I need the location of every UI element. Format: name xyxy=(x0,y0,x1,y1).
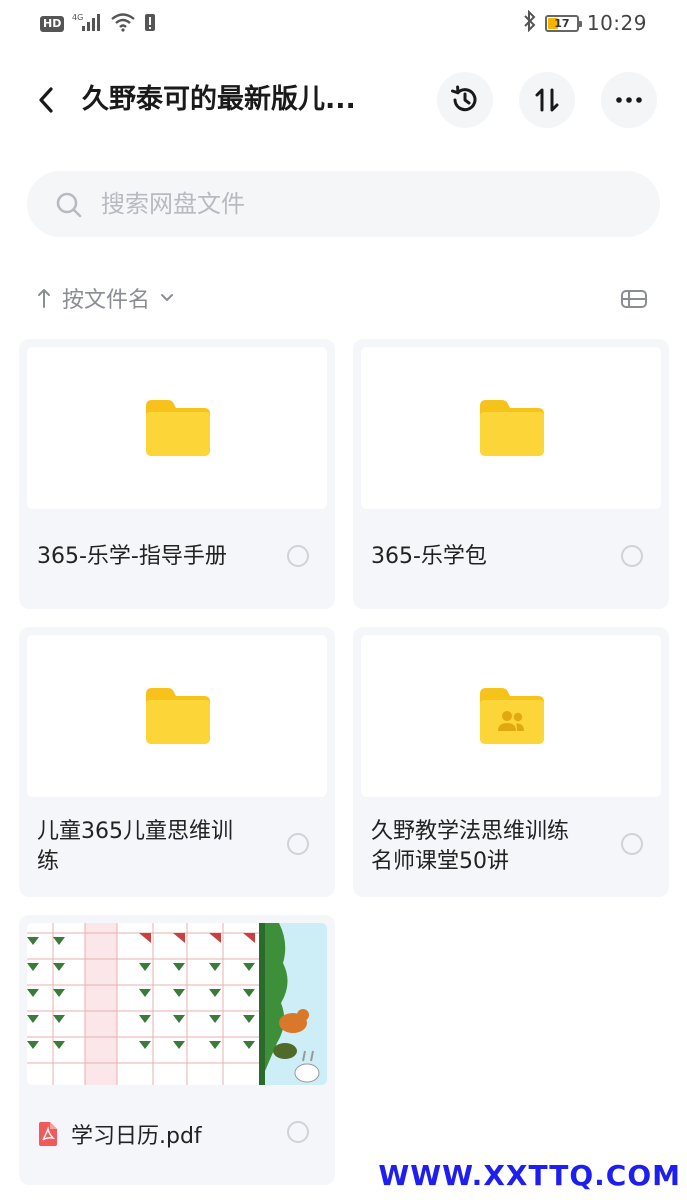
folder-icon xyxy=(146,688,210,744)
hd-badge: HD xyxy=(40,16,65,32)
calendar-grid-graphic xyxy=(27,923,259,1085)
folder-thumbnail xyxy=(361,347,661,509)
file-name-line: 久野教学法思维训练 xyxy=(371,819,570,844)
folder-thumbnail xyxy=(27,347,327,509)
select-checkbox[interactable] xyxy=(287,545,309,567)
pdf-thumbnail xyxy=(27,923,327,1085)
clock: 10:29 xyxy=(586,11,647,35)
select-checkbox[interactable] xyxy=(621,545,643,567)
file-name: 365-乐学包 xyxy=(371,544,487,569)
battery-icon: 17 xyxy=(544,14,582,32)
status-right: 17 10:29 xyxy=(523,9,647,36)
file-name-line: 练 xyxy=(37,849,60,874)
chevron-down-icon xyxy=(161,294,174,301)
file-name: 久野教学法思维训练 名师课堂50讲 xyxy=(371,817,607,877)
file-name: 365-乐学-指导手册 xyxy=(37,544,227,569)
search-input[interactable] xyxy=(101,181,621,227)
folder-thumbnail xyxy=(361,635,661,797)
file-browser-screen: HD 4G 17 10:29 久野泰可的最新版儿... 搜索网盘文件 按文件名 … xyxy=(0,0,687,1200)
sort-button[interactable]: 按文件名 xyxy=(36,280,174,316)
file-name: 学习日历.pdf xyxy=(71,1124,202,1149)
history-button[interactable] xyxy=(437,72,493,128)
wifi-icon xyxy=(110,12,136,36)
top-app-bar: 久野泰可的最新版儿... xyxy=(0,70,687,130)
file-name-line: 名师课堂50讲 xyxy=(371,849,509,874)
sort-label: 按文件名 xyxy=(62,288,151,313)
search-bar[interactable] xyxy=(27,171,660,237)
file-card-shared-folder[interactable]: 久野教学法思维训练 名师课堂50讲 xyxy=(353,627,669,897)
page-title: 久野泰可的最新版儿... xyxy=(82,84,356,115)
sort-toolbar: 按文件名 xyxy=(0,272,687,324)
file-card-folder[interactable]: 365-乐学包 xyxy=(353,339,669,609)
status-left: HD 4G xyxy=(40,12,156,36)
folder-icon xyxy=(146,400,210,456)
signal-icon: 4G xyxy=(72,12,102,36)
search-icon xyxy=(56,192,82,218)
select-checkbox[interactable] xyxy=(287,833,309,855)
shared-folder-icon xyxy=(480,688,544,744)
select-checkbox[interactable] xyxy=(287,1121,309,1143)
alert-icon xyxy=(144,12,156,36)
history-icon xyxy=(451,85,477,112)
file-name: 儿童365儿童思维训 练 xyxy=(37,817,273,877)
folder-thumbnail xyxy=(27,635,327,797)
more-icon xyxy=(616,97,642,103)
select-checkbox[interactable] xyxy=(621,833,643,855)
network-type-label: 4G xyxy=(72,13,83,22)
file-name-line: 儿童365儿童思维训 xyxy=(37,819,233,844)
cartoon-scene-graphic xyxy=(259,923,327,1085)
back-button[interactable] xyxy=(28,80,64,120)
transfer-button[interactable] xyxy=(519,72,575,128)
folder-icon xyxy=(480,400,544,456)
watermark: WWW.XXTTQ.COM xyxy=(378,1159,681,1192)
transfer-icon xyxy=(535,88,559,112)
chevron-left-icon xyxy=(39,87,53,113)
pdf-icon xyxy=(39,1122,57,1146)
file-card-folder[interactable]: 365-乐学-指导手册 xyxy=(19,339,335,609)
status-bar: HD 4G 17 10:29 xyxy=(0,0,687,48)
calendar-preview-image xyxy=(27,923,327,1085)
more-button[interactable] xyxy=(601,72,657,128)
file-name-row: 学习日历.pdf xyxy=(37,1118,202,1150)
battery-level: 17 xyxy=(554,16,570,30)
file-card-pdf[interactable]: 学习日历.pdf xyxy=(19,915,335,1185)
arrow-up-icon xyxy=(38,289,50,308)
bluetooth-icon xyxy=(523,9,537,36)
view-toggle-button[interactable] xyxy=(619,284,649,314)
file-card-folder[interactable]: 儿童365儿童思维训 练 xyxy=(19,627,335,897)
list-view-icon xyxy=(621,290,647,308)
